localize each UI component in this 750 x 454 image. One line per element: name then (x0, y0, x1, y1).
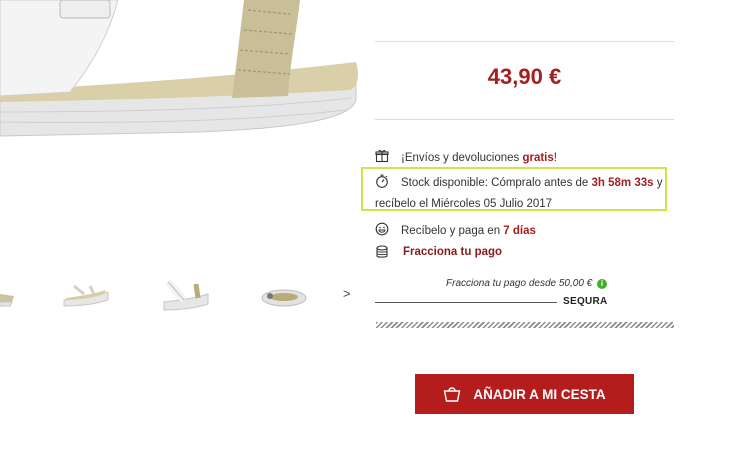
sequra-promo-text: Fracciona tu pago desde 50,00 € (446, 278, 593, 289)
pay-later-info: Recíbelo y paga en 7 días (375, 222, 536, 237)
add-to-cart-button[interactable]: AÑADIR A MI CESTA (415, 374, 634, 414)
product-price: 43,90 € (487, 64, 562, 89)
hatched-divider (376, 322, 674, 328)
pay-later-text: Recíbelo y paga en (401, 225, 504, 237)
thumbnail-1[interactable] (0, 272, 20, 320)
thumbnail-3[interactable] (160, 272, 212, 320)
info-icon[interactable]: i (597, 279, 607, 289)
thumbnail-next-arrow[interactable]: > (343, 286, 351, 301)
pay-later-days: 7 días (503, 225, 536, 237)
thumbnail-strip (0, 272, 362, 322)
shopping-bag-icon (444, 387, 461, 402)
price-divider (375, 119, 674, 120)
thumbnail-2[interactable] (60, 272, 112, 320)
sequra-logo: SEQURA (563, 296, 608, 307)
coins-icon (376, 245, 388, 258)
stock-highlight-box (361, 167, 667, 211)
installments-link[interactable]: Fracciona tu pago (403, 246, 502, 258)
shipping-suffix: ! (553, 152, 557, 164)
smiley-icon (375, 222, 389, 236)
shipping-info: ¡Envíos y devoluciones gratis! (375, 149, 557, 164)
gift-box-icon (375, 150, 389, 163)
shipping-text: ¡Envíos y devoluciones (401, 152, 523, 164)
product-main-image (0, 0, 362, 160)
top-divider (375, 41, 674, 42)
sequra-promo: Fracciona tu pago desde 50,00 € i (375, 278, 607, 289)
sequra-line (375, 302, 557, 303)
shipping-free: gratis (522, 152, 554, 164)
thumbnail-4[interactable] (258, 272, 310, 320)
add-to-cart-label: AÑADIR A MI CESTA (473, 386, 606, 402)
